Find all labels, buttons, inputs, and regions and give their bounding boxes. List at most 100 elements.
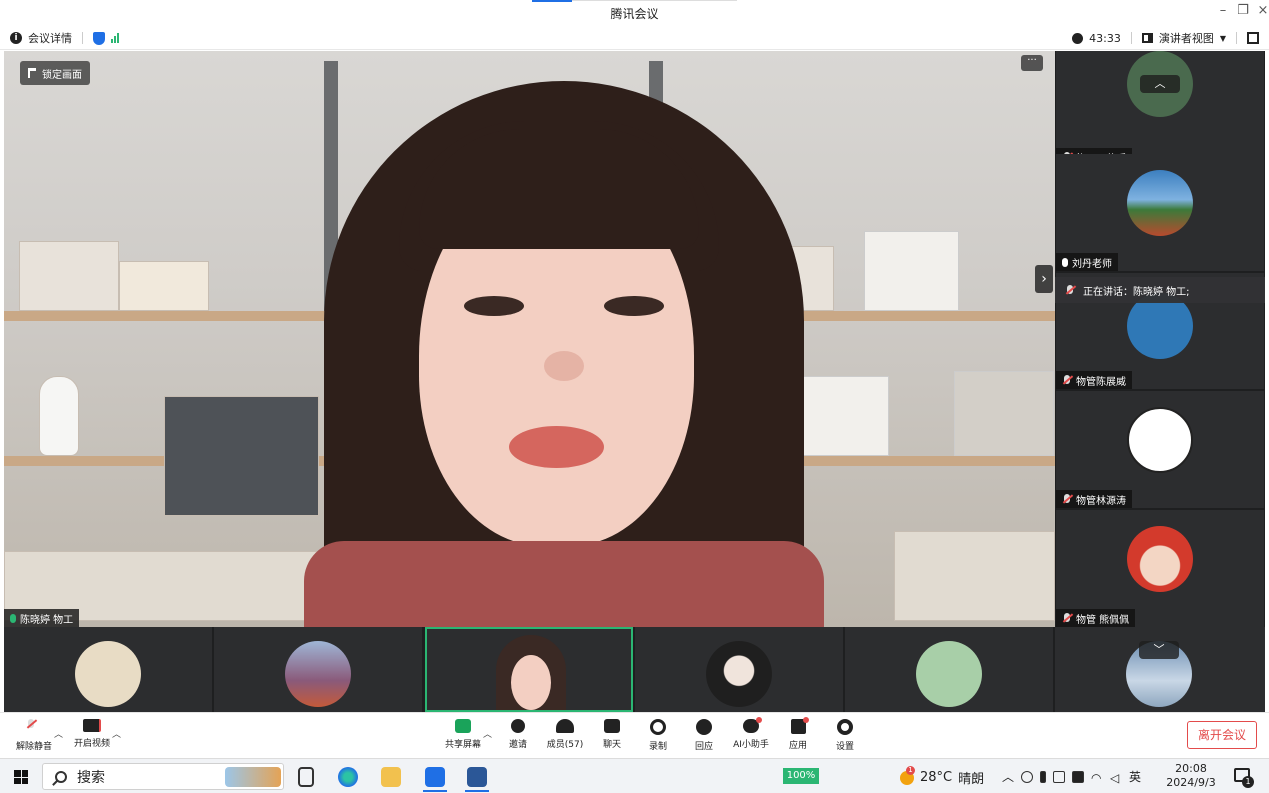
- mic-muted-icon: [26, 719, 42, 735]
- speaker-video: [544, 351, 584, 381]
- record-button[interactable]: 录制: [632, 717, 684, 757]
- restore-button[interactable]: ❐: [1233, 3, 1253, 18]
- battery-indicator[interactable]: 100%: [783, 768, 819, 784]
- video-background: [119, 261, 209, 311]
- screenshot-icon[interactable]: [1053, 770, 1066, 783]
- chevron-up-icon[interactable]: ︿: [112, 727, 121, 740]
- pin-icon: [28, 68, 36, 78]
- chevron-up-icon[interactable]: ︿: [483, 727, 492, 740]
- share-screen-icon: [455, 719, 471, 733]
- invite-button[interactable]: 邀请: [492, 717, 544, 757]
- participant-tile[interactable]: 物管林源涛: [1056, 391, 1264, 508]
- members-button[interactable]: 成员(57): [539, 717, 591, 757]
- weather-desc: 晴朗: [958, 772, 985, 787]
- filmstrip-tile[interactable]: ﹀: [1055, 627, 1265, 712]
- chevron-up-icon[interactable]: ︿: [54, 727, 63, 740]
- window-title: 腾讯会议: [610, 7, 659, 21]
- start-video-button[interactable]: 开启视频: [66, 717, 118, 757]
- chat-label: 聊天: [602, 740, 621, 750]
- settings-button[interactable]: 设置: [819, 717, 871, 757]
- divider: [1130, 32, 1132, 44]
- layout-icon[interactable]: [1141, 33, 1153, 43]
- task-view-icon[interactable]: [298, 767, 314, 787]
- avatar: [285, 641, 351, 707]
- react-button[interactable]: 回应: [678, 717, 730, 757]
- chevron-right-icon[interactable]: ›: [1035, 265, 1053, 293]
- apps-label: 应用: [788, 741, 807, 751]
- clock-date: 2024/9/3: [1166, 776, 1216, 789]
- meeting-timer: 43:33: [1089, 31, 1121, 45]
- info-icon[interactable]: i: [10, 32, 22, 44]
- clock-time: 20:08: [1175, 762, 1207, 775]
- video-background: [894, 531, 1055, 621]
- avatar: [1127, 526, 1193, 592]
- microphone-icon[interactable]: [1040, 770, 1047, 783]
- main-video-stage[interactable]: 锁定画面 ··· 陈晓婷 物工: [4, 51, 1055, 627]
- chevron-down-icon[interactable]: ﹀: [1139, 641, 1179, 659]
- close-button[interactable]: ×: [1253, 3, 1269, 18]
- weather-widget[interactable]: 1 28°C 晴朗: [900, 765, 985, 787]
- network-icon[interactable]: [1072, 770, 1085, 783]
- mic-on-icon: [10, 613, 16, 623]
- tencent-meeting-icon[interactable]: [425, 767, 445, 787]
- weather-temp: 28°C: [920, 770, 953, 785]
- chevron-up-icon[interactable]: ︿: [1002, 768, 1014, 785]
- input-method-indicator[interactable]: 英: [1129, 768, 1141, 785]
- participant-tile[interactable]: ︿ 物工王菲瑶: [1056, 51, 1264, 166]
- chat-button[interactable]: 聊天: [586, 717, 638, 757]
- video-background: [164, 396, 319, 516]
- minimize-button[interactable]: –: [1213, 3, 1233, 18]
- divider: [1236, 32, 1237, 44]
- ai-assistant-button[interactable]: AI小助手: [725, 717, 777, 757]
- filmstrip-tile[interactable]: [845, 627, 1053, 712]
- search-highlight-icon[interactable]: [225, 767, 281, 787]
- video-background: [4, 311, 334, 321]
- unmute-button[interactable]: 解除静音: [8, 717, 60, 757]
- filmstrip-tile-self[interactable]: [425, 627, 633, 712]
- filmstrip-tile[interactable]: [214, 627, 422, 712]
- participant-name-tag: 物管陈展威: [1056, 371, 1132, 389]
- speaker-video: [464, 296, 524, 316]
- volume-icon[interactable]: ◁: [1110, 771, 1122, 785]
- filmstrip-tile[interactable]: [4, 627, 212, 712]
- chevron-up-icon[interactable]: ︿: [1140, 75, 1180, 93]
- taskbar-clock[interactable]: 20:08 2024/9/3: [1166, 762, 1216, 790]
- participant-tile[interactable]: 刘丹老师: [1056, 154, 1264, 271]
- clock-icon: [1072, 32, 1084, 44]
- share-screen-button[interactable]: 共享屏幕: [437, 717, 489, 757]
- security-shield-icon[interactable]: [93, 31, 105, 45]
- speaker-video: [509, 426, 604, 468]
- fullscreen-icon[interactable]: [1247, 32, 1259, 44]
- react-label: 回应: [694, 742, 713, 752]
- file-explorer-icon[interactable]: [381, 767, 401, 787]
- onedrive-icon[interactable]: [1021, 770, 1034, 783]
- participant-name-tag: 物管 熊佩佩: [1056, 609, 1136, 627]
- title-divider: [572, 0, 737, 1]
- meeting-details-link[interactable]: 会议详情: [28, 30, 72, 46]
- avatar: [511, 655, 551, 710]
- filmstrip-tile[interactable]: [635, 627, 843, 712]
- edge-browser-icon[interactable]: [338, 767, 358, 787]
- add-user-icon: [511, 719, 525, 733]
- avatar: [1127, 170, 1193, 236]
- view-mode-dropdown[interactable]: 演讲者视图: [1159, 30, 1214, 46]
- leave-meeting-button[interactable]: 离开会议: [1187, 721, 1257, 749]
- windows-start-icon[interactable]: [14, 770, 28, 784]
- participant-tile[interactable]: 物管 熊佩佩: [1056, 510, 1264, 627]
- apps-button[interactable]: 应用: [772, 717, 824, 757]
- search-icon: [55, 770, 67, 783]
- ai-assistant-label: AI小助手: [733, 740, 769, 750]
- weather-badge: 1: [906, 765, 915, 775]
- speaker-video: [304, 81, 824, 627]
- video-background: [954, 371, 1054, 456]
- signal-strength-icon[interactable]: [111, 33, 119, 43]
- wifi-icon[interactable]: ◠: [1091, 771, 1103, 785]
- more-options-button[interactable]: ···: [1021, 55, 1043, 71]
- chevron-down-icon[interactable]: ▼: [1220, 34, 1226, 43]
- record-icon: [650, 719, 666, 735]
- record-label: 录制: [648, 742, 667, 752]
- participant-filmstrip: ☰ ﹀: [4, 627, 1265, 712]
- lock-view-button[interactable]: 锁定画面: [20, 61, 90, 85]
- word-icon[interactable]: [467, 767, 487, 787]
- chat-icon: [604, 719, 620, 733]
